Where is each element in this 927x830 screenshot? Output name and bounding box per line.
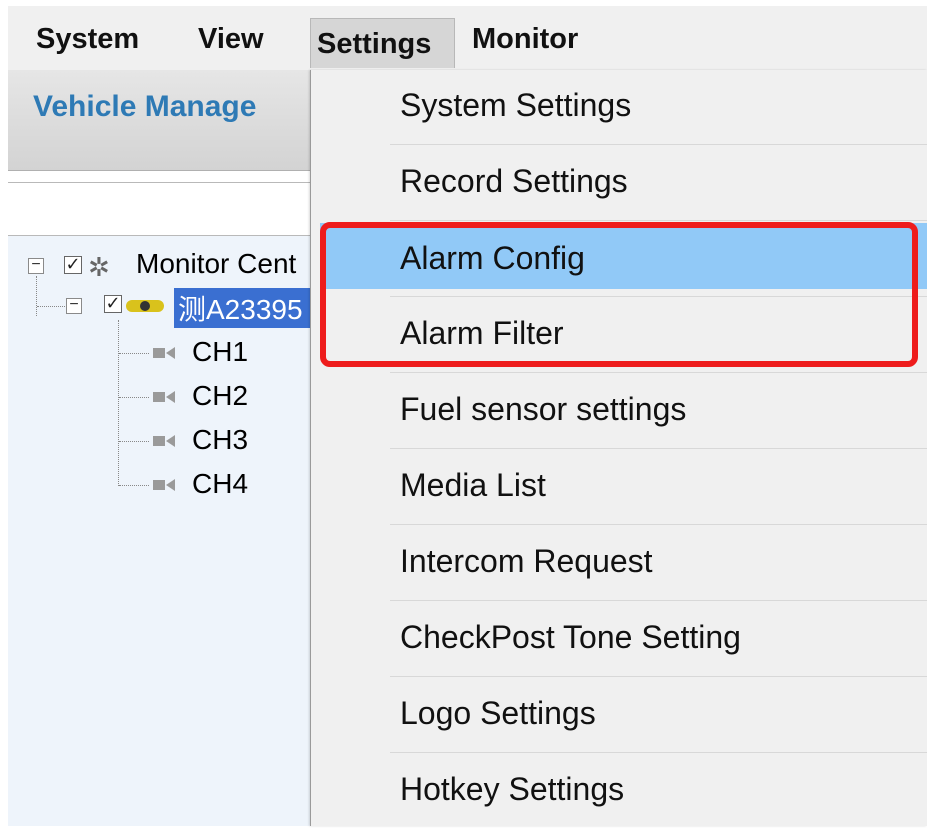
red-highlight-annotation — [320, 222, 918, 367]
vehicle-manage-title[interactable]: Vehicle Manage — [33, 90, 256, 124]
tree-line — [118, 320, 119, 486]
tree-line — [36, 276, 37, 316]
camera-icon — [153, 434, 175, 448]
menu-separator — [390, 676, 927, 677]
gear-icon: ✲ — [88, 252, 110, 282]
menu-view[interactable]: View — [198, 14, 264, 64]
menu-separator — [390, 448, 927, 449]
tree-line — [119, 397, 149, 398]
menu-bar — [8, 6, 927, 70]
menu-separator — [390, 372, 927, 373]
menu-item-fuel-sensor-settings[interactable]: Fuel sensor settings — [390, 374, 927, 450]
menu-item-checkpost-tone-setting[interactable]: CheckPost Tone Setting — [390, 602, 927, 678]
menu-item-media-list[interactable]: Media List — [390, 450, 927, 526]
tree-root-label[interactable]: Monitor Cent — [136, 248, 296, 280]
vehicle-icon — [126, 298, 166, 314]
camera-icon — [153, 478, 175, 492]
menu-separator — [390, 600, 927, 601]
menu-item-intercom-request[interactable]: Intercom Request — [390, 526, 927, 602]
menu-system[interactable]: System — [36, 14, 139, 64]
tree-line — [119, 441, 149, 442]
menu-separator — [390, 752, 927, 753]
tree-line — [119, 353, 149, 354]
channel-ch4[interactable]: CH4 — [192, 468, 248, 500]
tree-search-input[interactable] — [8, 182, 320, 236]
menu-item-record-settings[interactable]: Record Settings — [390, 146, 927, 222]
tree-line — [119, 485, 149, 486]
root-checkbox[interactable]: ✓ — [64, 255, 82, 274]
channel-ch1[interactable]: CH1 — [192, 336, 248, 368]
vehicle-checkbox[interactable]: ✓ — [104, 294, 122, 313]
channel-ch3[interactable]: CH3 — [192, 424, 248, 456]
menu-item-hotkey-settings[interactable]: Hotkey Settings — [390, 754, 927, 830]
menu-separator — [390, 524, 927, 525]
tree-line — [37, 306, 67, 307]
collapse-root-icon[interactable]: − — [28, 257, 44, 274]
menu-item-logo-settings[interactable]: Logo Settings — [390, 678, 927, 754]
collapse-vehicle-icon[interactable]: − — [66, 297, 82, 314]
camera-icon — [153, 390, 175, 404]
menu-item-system-settings[interactable]: System Settings — [390, 70, 927, 146]
vehicle-node-label[interactable]: 测A23395 — [174, 288, 318, 328]
menu-settings[interactable]: Settings — [310, 18, 455, 68]
menu-separator — [390, 220, 927, 221]
menu-monitor[interactable]: Monitor — [472, 14, 578, 64]
menu-icon-gutter — [311, 70, 389, 826]
menu-separator — [390, 144, 927, 145]
camera-icon — [153, 346, 175, 360]
channel-ch2[interactable]: CH2 — [192, 380, 248, 412]
